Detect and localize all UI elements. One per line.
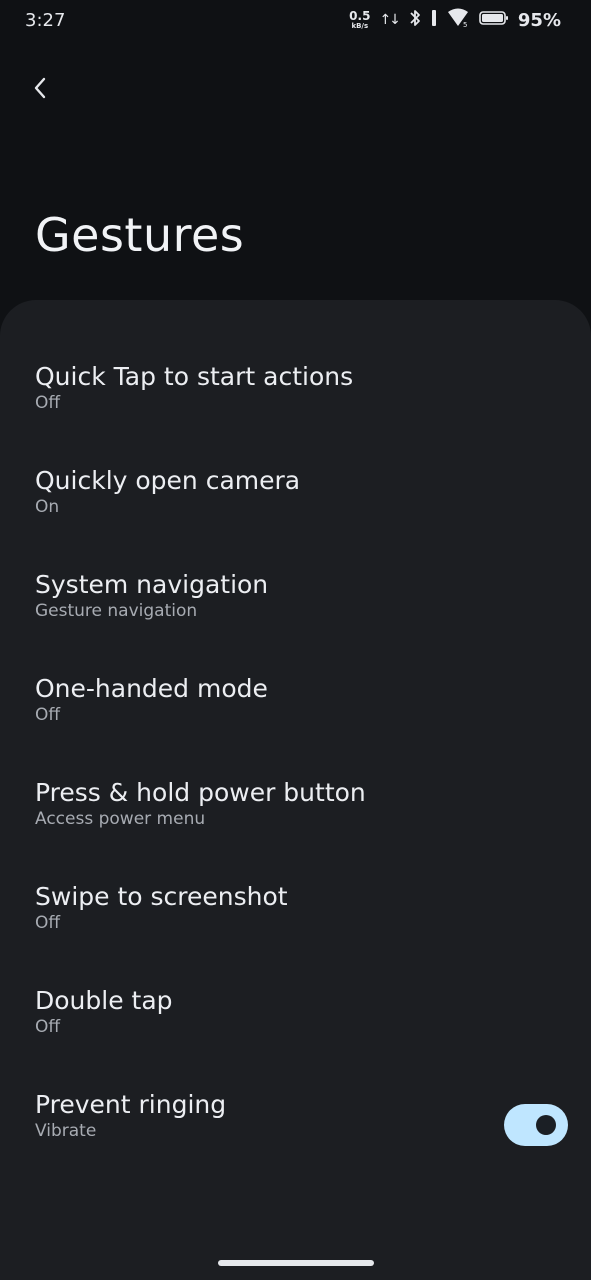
setting-quickly-open-camera[interactable]: Quickly open camera On [0, 442, 591, 546]
battery-percent: 95% [517, 9, 561, 31]
data-activity-icon: ↑↓ [379, 12, 401, 28]
home-indicator[interactable] [218, 1260, 374, 1266]
network-speed: 0.5 kB/s [349, 10, 370, 30]
page-title: Gestures [35, 208, 245, 262]
setting-title: Double tap [35, 986, 173, 1015]
setting-summary: Off [35, 1017, 61, 1037]
setting-double-tap[interactable]: Double tap Off [0, 962, 591, 1066]
vibrate-icon [431, 8, 437, 32]
network-speed-unit: kB/s [351, 22, 369, 30]
setting-title: Press & hold power button [35, 778, 366, 807]
prevent-ringing-toggle[interactable] [504, 1104, 568, 1146]
setting-summary: Access power menu [35, 809, 206, 829]
setting-press-hold-power[interactable]: Press & hold power button Access power m… [0, 754, 591, 858]
setting-prevent-ringing[interactable]: Prevent ringing Vibrate [0, 1066, 591, 1170]
setting-summary: Off [35, 393, 61, 413]
settings-sheet: Quick Tap to start actions Off Quickly o… [0, 300, 591, 1280]
setting-title: Swipe to screenshot [35, 882, 288, 911]
setting-title: One-handed mode [35, 674, 268, 703]
settings-list: Quick Tap to start actions Off Quickly o… [0, 338, 591, 1170]
toggle-thumb [536, 1115, 556, 1135]
status-icons: 0.5 kB/s ↑↓ 5 95% [349, 8, 561, 32]
setting-summary: Off [35, 705, 61, 725]
setting-quick-tap[interactable]: Quick Tap to start actions Off [0, 338, 591, 442]
battery-icon [479, 10, 509, 30]
network-speed-value: 0.5 [349, 9, 371, 23]
setting-summary: Off [35, 913, 61, 933]
svg-text:5: 5 [463, 21, 467, 28]
back-button[interactable] [22, 72, 58, 108]
setting-summary: Gesture navigation [35, 601, 198, 621]
wifi-icon: 5 [446, 8, 470, 32]
setting-one-handed-mode[interactable]: One-handed mode Off [0, 650, 591, 754]
chevron-left-icon [32, 76, 48, 104]
status-time: 3:27 [25, 10, 66, 31]
setting-title: Quick Tap to start actions [35, 362, 354, 391]
setting-swipe-to-screenshot[interactable]: Swipe to screenshot Off [0, 858, 591, 962]
setting-title: Quickly open camera [35, 466, 301, 495]
setting-system-navigation[interactable]: System navigation Gesture navigation [0, 546, 591, 650]
setting-title: System navigation [35, 570, 269, 599]
bluetooth-icon [408, 8, 422, 32]
status-bar: 3:27 0.5 kB/s ↑↓ 5 95% [0, 0, 591, 44]
setting-summary: On [35, 497, 60, 517]
